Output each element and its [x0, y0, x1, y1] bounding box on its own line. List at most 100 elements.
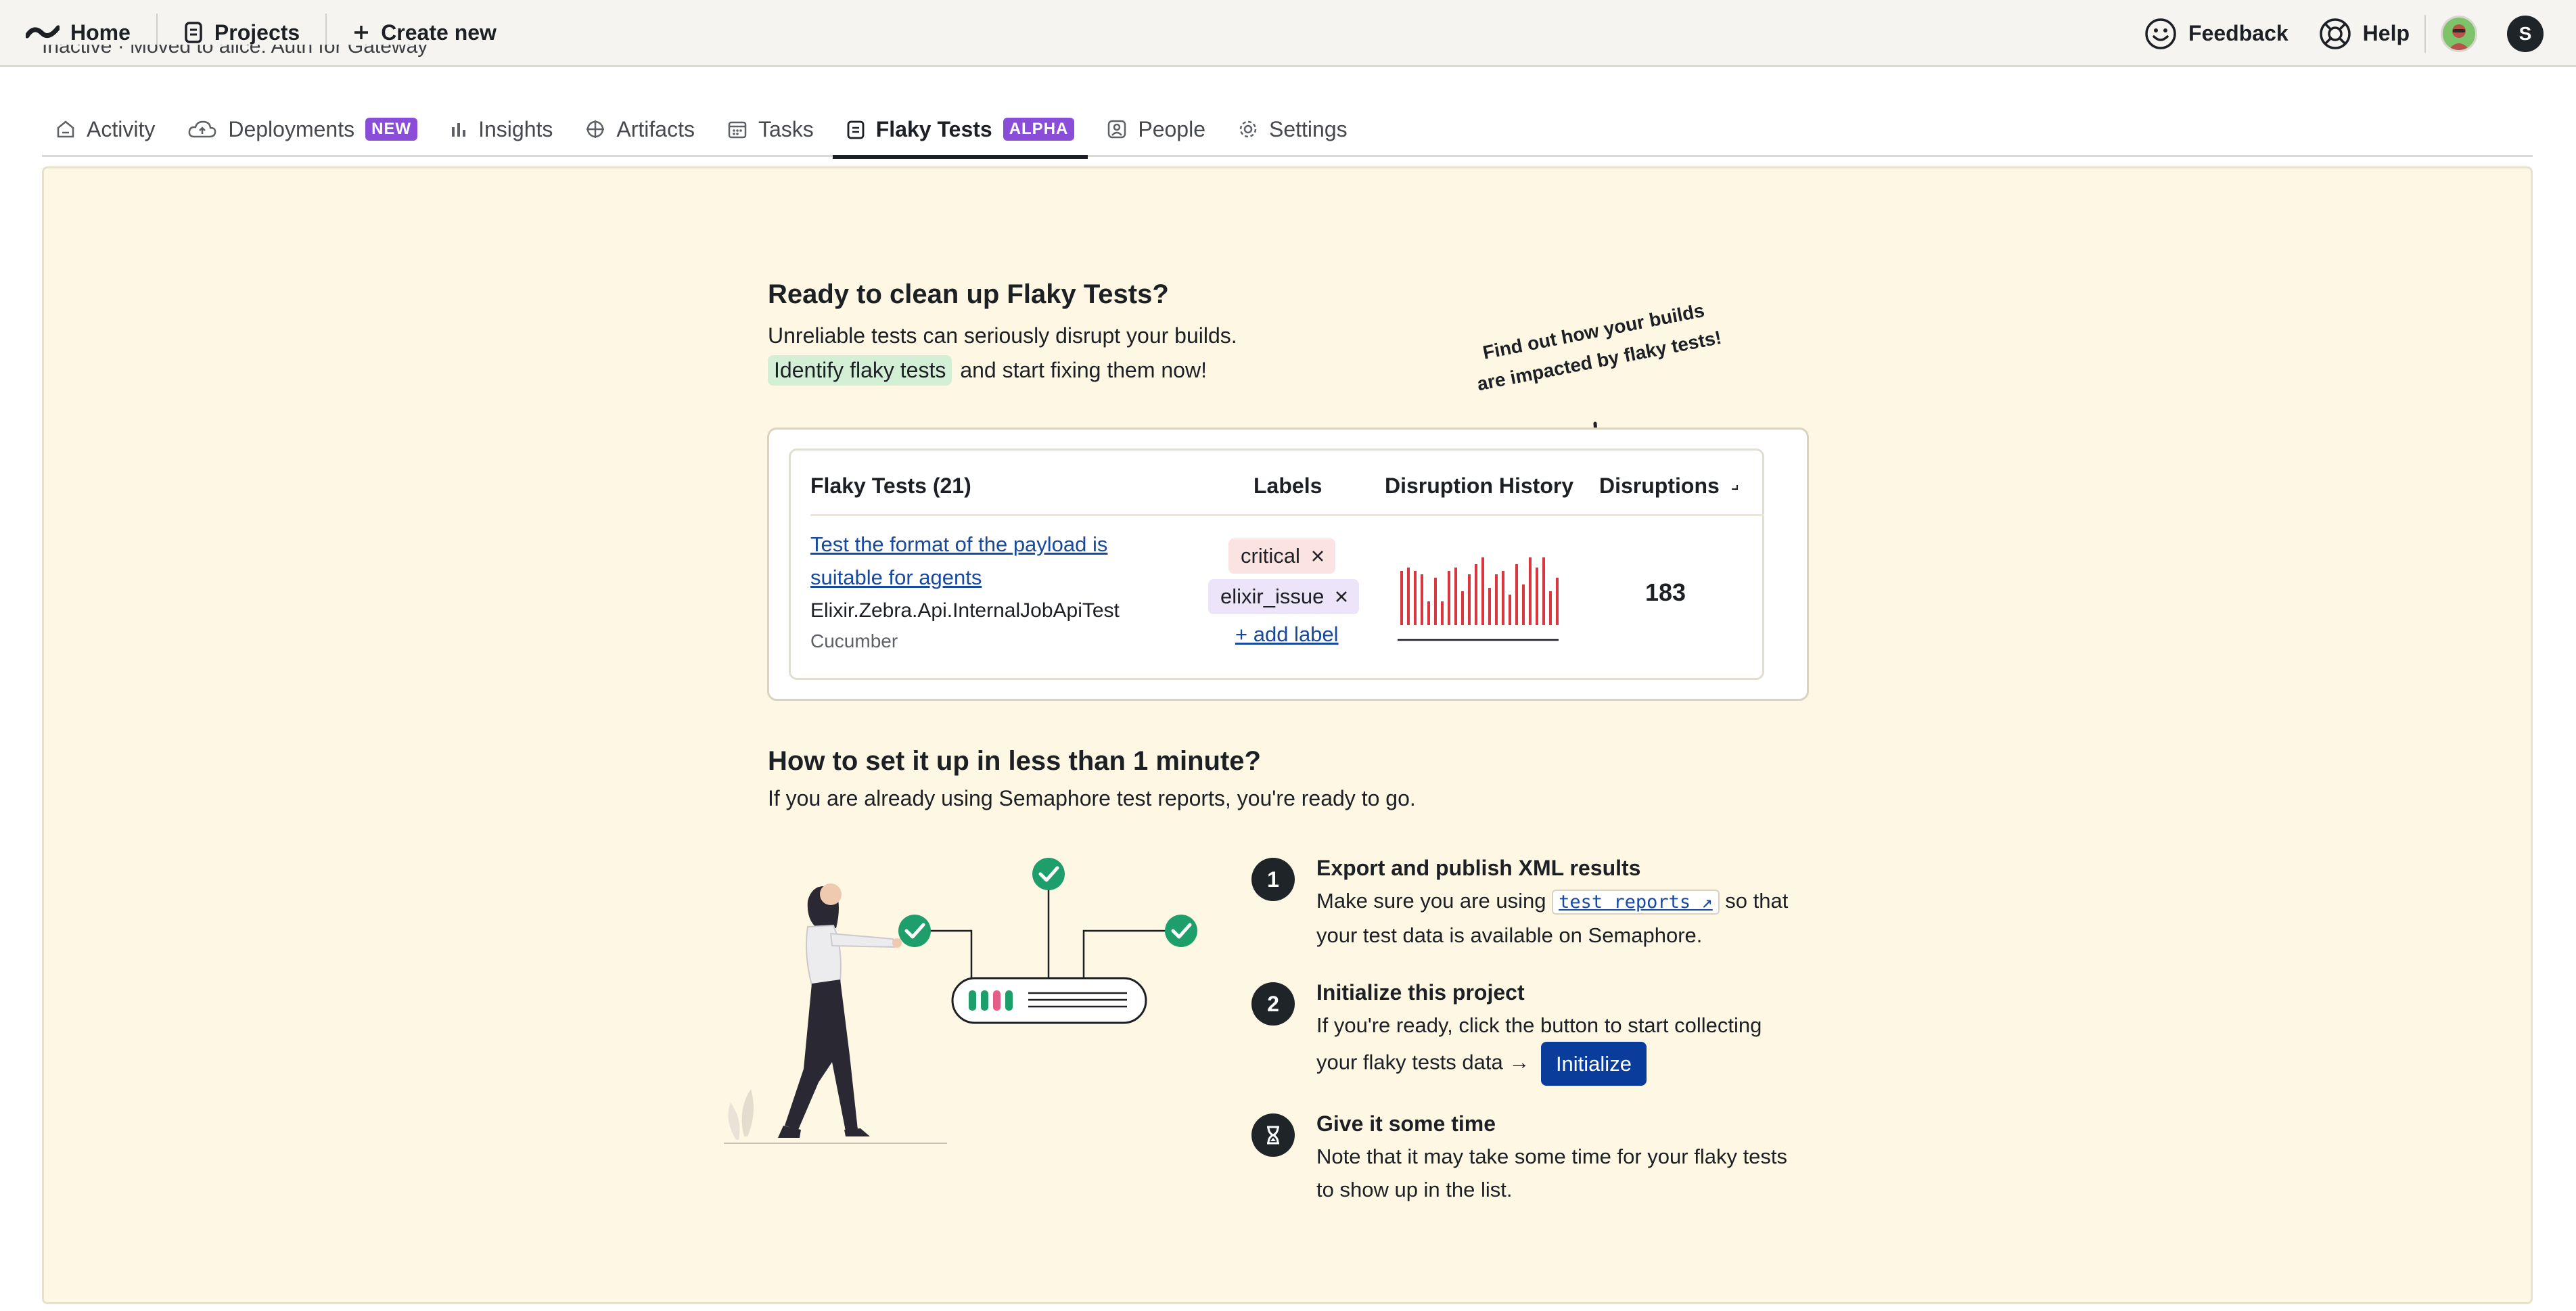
- step-2-title: Initialize this project: [1316, 980, 1525, 1005]
- project-subtitle-clipped: Inactive · Moved to alice: Auth for Gate…: [42, 45, 428, 58]
- label-text: elixir_issue: [1220, 584, 1325, 608]
- remove-label-button[interactable]: [1324, 579, 1359, 614]
- avatar-face-icon: [2448, 24, 2470, 50]
- tab-label: Tasks: [758, 116, 814, 141]
- label-chip-elixir-issue: elixir_issue: [1208, 579, 1360, 614]
- artifact-icon: [586, 120, 605, 138]
- disruption-bar: [1549, 591, 1552, 625]
- person-icon: [1108, 120, 1126, 139]
- test-suite-name: Cucumber: [810, 630, 898, 651]
- disruption-bar: [1488, 588, 1491, 625]
- alpha-badge: ALPHA: [1003, 118, 1075, 141]
- close-icon: [1312, 551, 1323, 561]
- header-disruptions[interactable]: Disruptions: [1599, 474, 1741, 499]
- new-badge: NEW: [365, 118, 418, 141]
- projects-label: Projects: [214, 20, 300, 45]
- setup-title: How to set it up in less than 1 minute?: [768, 746, 1261, 776]
- disruption-bar: [1481, 557, 1484, 625]
- tab-tasks[interactable]: Tasks: [714, 101, 827, 157]
- tab-flaky-tests[interactable]: Flaky Tests ALPHA: [832, 101, 1088, 159]
- plus-icon: [354, 26, 369, 39]
- calendar-icon: [728, 121, 747, 139]
- intro-line-2: Identify flaky tests and start fixing th…: [768, 355, 1207, 386]
- sort-icon: [1731, 485, 1738, 490]
- disruption-bar: [1434, 578, 1437, 625]
- tab-settings[interactable]: Settings: [1224, 101, 1361, 157]
- project-tabs: Activity Deployments NEW Insights Artifa…: [42, 101, 2533, 159]
- step-3-hourglass: [1251, 1113, 1295, 1157]
- disruption-bar: [1522, 584, 1525, 625]
- hourglass-icon: [1267, 1126, 1279, 1145]
- tab-people[interactable]: People: [1093, 101, 1219, 157]
- feedback-button[interactable]: Feedback: [2129, 0, 2303, 67]
- test-class-name: Elixir.Zebra.Api.InternalJobApiTest: [810, 599, 1120, 622]
- step-3-text: Note that it may take some time for your…: [1316, 1145, 1788, 1201]
- help-button[interactable]: Help: [2303, 0, 2424, 67]
- tab-label: Insights: [478, 116, 553, 141]
- header-disruption-history: Disruption History: [1385, 474, 1574, 498]
- step-3-title: Give it some time: [1316, 1111, 1496, 1136]
- disruption-bar: [1407, 568, 1410, 625]
- disruption-bar: [1448, 571, 1450, 625]
- create-new-label: Create new: [381, 20, 497, 45]
- test-reports-link[interactable]: test reports ↗: [1552, 890, 1720, 915]
- close-icon: [1336, 591, 1348, 602]
- disruption-bar: [1502, 571, 1504, 625]
- label-chip-critical: critical: [1228, 538, 1335, 574]
- projects-icon: [185, 22, 202, 43]
- nav-divider: [2424, 14, 2426, 53]
- tab-label: Activity: [87, 116, 156, 141]
- tab-activity[interactable]: Activity: [42, 101, 168, 157]
- disruption-bar: [1421, 574, 1423, 625]
- org-avatar[interactable]: [2441, 15, 2477, 52]
- user-avatar[interactable]: S: [2507, 15, 2544, 52]
- initialize-button[interactable]: Initialize: [1540, 1042, 1647, 1086]
- clipboard-icon: [847, 120, 865, 139]
- setup-subtitle: If you are already using Semaphore test …: [768, 786, 1416, 810]
- label-text: critical: [1241, 544, 1300, 568]
- home-icon: [57, 120, 74, 138]
- disruption-bar: [1475, 564, 1477, 625]
- home-label: Home: [70, 20, 131, 45]
- smiley-icon: [2145, 18, 2176, 49]
- tab-deployments[interactable]: Deployments NEW: [174, 101, 431, 157]
- feedback-label: Feedback: [2188, 21, 2288, 45]
- disruptions-count: 183: [1645, 578, 1686, 606]
- intro-line-2-rest: and start fixing them now!: [960, 358, 1207, 382]
- tab-label: People: [1138, 116, 1205, 141]
- step-2-number: 2: [1251, 982, 1295, 1026]
- disruption-bar: [1556, 578, 1559, 625]
- step-1-text: Make sure you are using test reports ↗ s…: [1316, 884, 1803, 952]
- identify-highlight: Identify flaky tests: [768, 355, 952, 386]
- lifebuoy-icon: [2319, 18, 2351, 49]
- disruption-bar: [1454, 568, 1457, 625]
- disruption-history-sparkline: [1398, 557, 1559, 641]
- tab-label: Artifacts: [616, 116, 695, 141]
- header-labels: Labels: [1254, 474, 1322, 498]
- step-1-pre: Make sure you are using: [1316, 889, 1546, 913]
- tab-insights[interactable]: Insights: [436, 101, 566, 157]
- disruption-bar: [1441, 601, 1444, 625]
- disruption-bar: [1529, 557, 1532, 625]
- intro-line-1: Unreliable tests can seriously disrupt y…: [768, 323, 1237, 348]
- step-2-body: If you're ready, click the button to sta…: [1316, 1013, 1762, 1074]
- disruption-bar: [1515, 564, 1518, 625]
- remove-label-button[interactable]: [1300, 538, 1335, 574]
- disruption-bar: [1509, 595, 1511, 625]
- disruption-bar: [1400, 571, 1403, 625]
- disruption-bar: [1468, 574, 1471, 625]
- disruption-bar: [1495, 574, 1498, 625]
- header-disruptions-label: Disruptions: [1599, 474, 1720, 498]
- table-header-divider: [810, 514, 1764, 516]
- add-label-link[interactable]: + add label: [1235, 622, 1339, 647]
- tab-label: Flaky Tests: [875, 116, 992, 141]
- help-label: Help: [2362, 21, 2410, 45]
- flaky-test-name-link[interactable]: Test the format of the payload is suitab…: [810, 528, 1149, 594]
- tab-artifacts[interactable]: Artifacts: [572, 101, 708, 157]
- semaphore-logo-icon: [26, 25, 60, 39]
- tab-label: Deployments: [228, 116, 355, 141]
- disruption-bar: [1542, 557, 1545, 625]
- person-with-network-illustration: [724, 858, 1197, 1144]
- nav-right-group: Feedback Help S: [2129, 0, 2576, 67]
- header-flaky-tests: Flaky Tests (21): [810, 474, 971, 498]
